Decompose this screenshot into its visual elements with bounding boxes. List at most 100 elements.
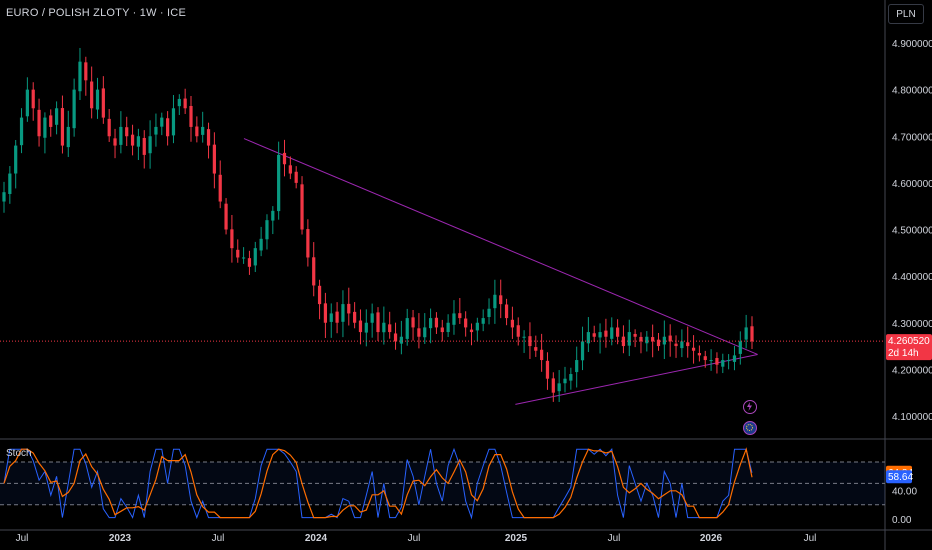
- candle-body[interactable]: [25, 89, 29, 117]
- candle-body[interactable]: [271, 210, 275, 221]
- candle-body[interactable]: [452, 313, 456, 325]
- price-axis[interactable]: 4.900000 4.800000 4.700000 4.600000 4.500000…: [886, 39, 932, 423]
- candle-body[interactable]: [393, 333, 398, 342]
- candle-body[interactable]: [738, 341, 742, 354]
- candle-body[interactable]: [107, 118, 111, 137]
- candle-body[interactable]: [171, 108, 176, 136]
- candle-body[interactable]: [522, 336, 526, 338]
- candle-body[interactable]: [154, 126, 158, 135]
- candle-body[interactable]: [563, 378, 567, 384]
- candle-body[interactable]: [721, 360, 725, 367]
- candle-body[interactable]: [598, 332, 602, 338]
- candle-body[interactable]: [300, 184, 304, 230]
- candle-body[interactable]: [551, 378, 555, 393]
- candle-body[interactable]: [49, 115, 53, 127]
- candle-body[interactable]: [230, 229, 234, 249]
- candle-body[interactable]: [43, 117, 47, 138]
- candle-body[interactable]: [323, 303, 328, 323]
- candle-body[interactable]: [493, 294, 497, 309]
- candle-body[interactable]: [575, 360, 579, 373]
- candle-body[interactable]: [510, 319, 515, 328]
- candle-body[interactable]: [487, 308, 491, 318]
- candle-body[interactable]: [335, 311, 339, 323]
- candle-body[interactable]: [31, 89, 35, 109]
- candle-body[interactable]: [686, 342, 690, 347]
- candle-body[interactable]: [633, 333, 637, 337]
- candle-body[interactable]: [189, 105, 193, 127]
- candle-body[interactable]: [353, 311, 357, 323]
- candle-body[interactable]: [317, 285, 322, 305]
- candle-body[interactable]: [370, 313, 374, 323]
- candle-body[interactable]: [14, 145, 18, 174]
- time-axis[interactable]: Jul 2023 Jul 2024 Jul 2025 Jul 2026 Jul: [16, 533, 817, 544]
- candle-body[interactable]: [727, 360, 731, 362]
- candle-body[interactable]: [142, 137, 146, 155]
- triangle-pattern[interactable]: [243, 138, 758, 405]
- candle-body[interactable]: [680, 341, 684, 349]
- candle-body[interactable]: [440, 327, 444, 333]
- candle-body[interactable]: [148, 136, 152, 154]
- candle-body[interactable]: [218, 174, 222, 202]
- candle-body[interactable]: [288, 165, 292, 174]
- candle-body[interactable]: [160, 117, 164, 127]
- candle-body[interactable]: [504, 304, 509, 319]
- candle-body[interactable]: [469, 329, 474, 333]
- candle-body[interactable]: [668, 335, 672, 342]
- candle-body[interactable]: [411, 317, 415, 328]
- candle-body[interactable]: [750, 326, 754, 342]
- candle-body[interactable]: [615, 327, 620, 337]
- candle-body[interactable]: [294, 171, 298, 183]
- candle-body[interactable]: [715, 357, 719, 365]
- candle-body[interactable]: [329, 313, 333, 322]
- currency-button[interactable]: PLN: [888, 4, 924, 24]
- candle-body[interactable]: [703, 356, 707, 361]
- candle-body[interactable]: [37, 109, 41, 137]
- stochastic-pane[interactable]: 40.000.0064.8458.64: [0, 447, 917, 526]
- candle-body[interactable]: [697, 352, 702, 356]
- candle-body[interactable]: [195, 126, 199, 137]
- candlestick-series[interactable]: [0, 47, 885, 402]
- candle-body[interactable]: [60, 108, 65, 146]
- candle-body[interactable]: [732, 355, 737, 362]
- candle-body[interactable]: [423, 327, 427, 338]
- candle-body[interactable]: [534, 347, 538, 351]
- candle-body[interactable]: [95, 89, 100, 110]
- candle-body[interactable]: [125, 127, 129, 137]
- candle-body[interactable]: [376, 312, 380, 333]
- candle-body[interactable]: [499, 295, 503, 305]
- candle-body[interactable]: [540, 349, 544, 361]
- candle-body[interactable]: [101, 88, 105, 118]
- candle-body[interactable]: [259, 238, 263, 251]
- candle-body[interactable]: [113, 138, 117, 146]
- candle-body[interactable]: [253, 248, 257, 266]
- candle-body[interactable]: [224, 203, 228, 230]
- candle-body[interactable]: [177, 98, 181, 107]
- candle-body[interactable]: [19, 117, 24, 146]
- candle-body[interactable]: [516, 325, 520, 337]
- candle-body[interactable]: [709, 360, 713, 362]
- candle-body[interactable]: [306, 229, 310, 258]
- candle-body[interactable]: [569, 374, 573, 381]
- lightning-icon[interactable]: [743, 400, 757, 414]
- candle-body[interactable]: [206, 129, 211, 146]
- candle-body[interactable]: [78, 61, 82, 92]
- candle-body[interactable]: [405, 318, 409, 339]
- candle-body[interactable]: [691, 347, 696, 351]
- candle-body[interactable]: [364, 322, 368, 333]
- candle-body[interactable]: [136, 136, 141, 147]
- candle-body[interactable]: [557, 383, 561, 392]
- chart-canvas[interactable]: 4.900000 4.800000 4.700000 4.600000 4.500000…: [0, 0, 932, 550]
- candle-body[interactable]: [458, 313, 462, 319]
- candle-body[interactable]: [66, 126, 70, 148]
- candle-body[interactable]: [674, 343, 678, 347]
- candle-body[interactable]: [247, 258, 252, 267]
- candle-body[interactable]: [627, 332, 631, 346]
- candle-body[interactable]: [119, 126, 123, 145]
- candle-body[interactable]: [312, 257, 316, 286]
- candle-body[interactable]: [399, 336, 403, 344]
- candle-body[interactable]: [358, 320, 363, 333]
- candle-body[interactable]: [212, 144, 216, 174]
- candle-body[interactable]: [347, 303, 351, 314]
- candle-body[interactable]: [341, 304, 345, 322]
- candle-body[interactable]: [236, 249, 240, 258]
